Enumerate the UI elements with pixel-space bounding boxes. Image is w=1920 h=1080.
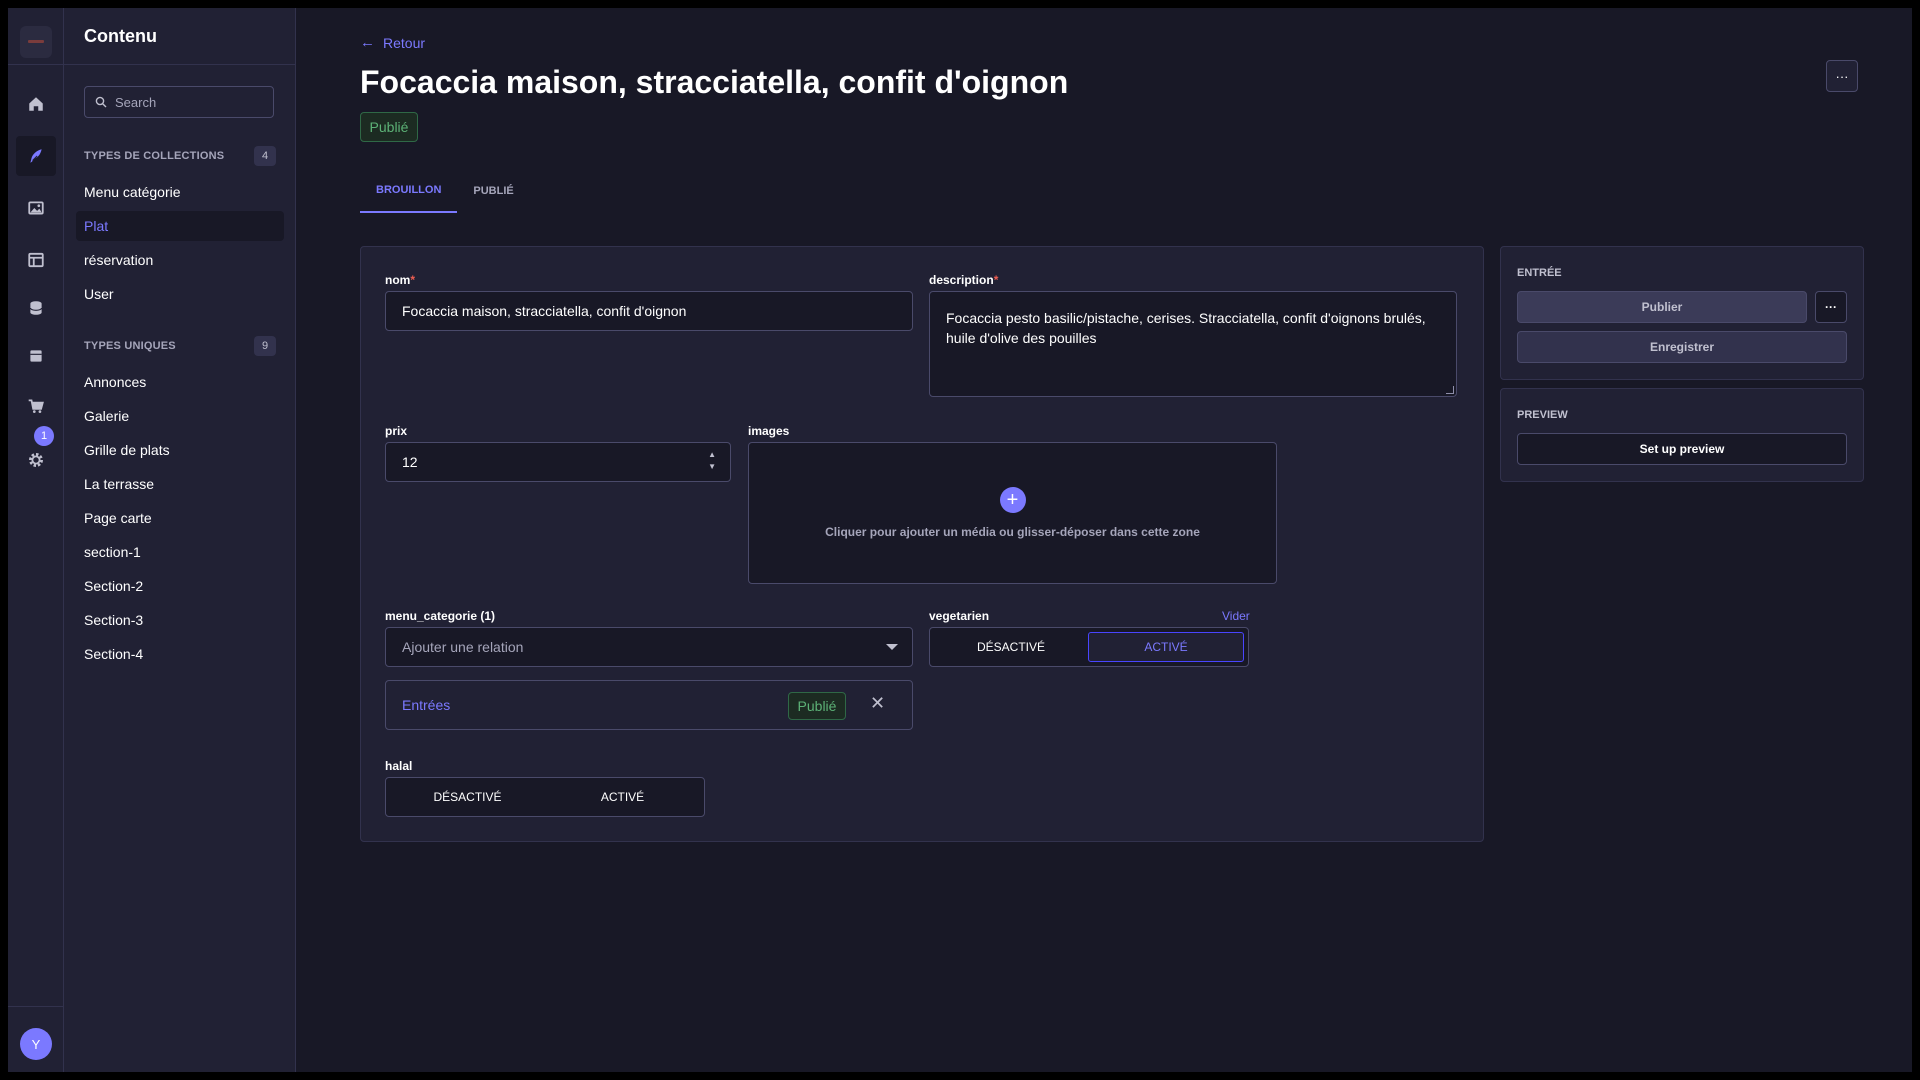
prix-value: 12: [402, 454, 418, 470]
sidebar-item-section-4[interactable]: Section-4: [76, 639, 284, 669]
singles-header[interactable]: TYPES UNIQUES 9: [84, 336, 276, 356]
app-window: 1 Y Contenu Search TYPES DE COLLECTIONS …: [8, 8, 1912, 1072]
sidebar-item-section-3[interactable]: Section-3: [76, 605, 284, 635]
settings-icon[interactable]: [16, 440, 56, 480]
search-input[interactable]: Search: [84, 86, 274, 118]
preview-panel: PREVIEW Set up preview: [1500, 388, 1864, 482]
home-icon[interactable]: [16, 84, 56, 124]
singles-label: TYPES UNIQUES: [84, 340, 176, 352]
entry-more-button[interactable]: ···: [1815, 291, 1847, 323]
layout-icon[interactable]: [16, 240, 56, 280]
sidebar-title: Contenu: [84, 26, 157, 46]
images-label: images: [748, 424, 790, 438]
caret-down-icon: [886, 644, 898, 650]
version-tabs: BROUILLON PUBLIÉ: [360, 168, 530, 213]
halal-label: halal: [385, 759, 413, 773]
sidebar-item-grille-de-plats[interactable]: Grille de plats: [76, 435, 284, 465]
media-dropzone[interactable]: + Cliquer pour ajouter un média ou gliss…: [748, 442, 1277, 584]
number-stepper[interactable]: ▲ ▼: [708, 451, 716, 471]
nom-field[interactable]: Focaccia maison, stracciatella, confit d…: [385, 291, 913, 331]
relation-status-badge: Publié: [788, 692, 846, 720]
description-text: Focaccia pesto basilic/pistache, cerises…: [946, 310, 1426, 346]
vegetarien-on-option[interactable]: ACTIVÉ: [1088, 632, 1244, 662]
sidebar-item-section-2[interactable]: Section-2: [76, 571, 284, 601]
main-content: ← Retour Focaccia maison, stracciatella,…: [296, 8, 1912, 1072]
content-manager-icon[interactable]: [16, 136, 56, 176]
chevron-up-icon[interactable]: ▲: [708, 451, 716, 459]
resize-handle-icon[interactable]: [1446, 386, 1454, 394]
database-icon[interactable]: [16, 288, 56, 328]
collections-header[interactable]: TYPES DE COLLECTIONS 4: [84, 146, 276, 166]
vegetarien-toggle[interactable]: DÉSACTIVÉ ACTIVÉ: [929, 627, 1249, 667]
singles-count: 9: [254, 336, 276, 356]
sidebar-item-annonces[interactable]: Annonces: [76, 367, 284, 397]
sidebar-item-user[interactable]: User: [76, 279, 284, 309]
back-label: Retour: [383, 34, 426, 51]
sidebar-item-section-1[interactable]: section-1: [76, 537, 284, 567]
page-title: Focaccia maison, stracciatella, confit d…: [360, 64, 1069, 100]
vegetarien-off-option[interactable]: DÉSACTIVÉ: [934, 632, 1088, 662]
prix-field[interactable]: 12 ▲ ▼: [385, 442, 731, 482]
sidebar-item-reservation[interactable]: réservation: [76, 245, 284, 275]
shopping-cart-icon[interactable]: [16, 386, 56, 426]
user-avatar[interactable]: Y: [20, 1028, 52, 1060]
sidebar-divider: [64, 64, 296, 65]
vegetarien-label: vegetarien: [929, 609, 990, 623]
sidebar-item-galerie[interactable]: Galerie: [76, 401, 284, 431]
halal-toggle[interactable]: DÉSACTIVÉ ACTIVÉ: [385, 777, 705, 817]
save-button[interactable]: Enregistrer: [1517, 331, 1847, 363]
add-media-icon[interactable]: +: [999, 487, 1026, 513]
collections-count: 4: [254, 146, 276, 166]
search-placeholder: Search: [115, 94, 157, 110]
entry-panel-heading: ENTRÉE: [1517, 267, 1562, 279]
clear-vegetarien-link[interactable]: Vider: [1222, 609, 1250, 623]
prix-label: prix: [385, 424, 408, 438]
brand-logo[interactable]: [20, 26, 52, 58]
notification-badge: 1: [34, 426, 54, 446]
relation-link[interactable]: Entrées: [402, 697, 450, 713]
sidebar-item-la-terrasse[interactable]: La terrasse: [76, 469, 284, 499]
sidebar-item-page-carte[interactable]: Page carte: [76, 503, 284, 533]
remove-relation-icon[interactable]: ✕: [870, 693, 885, 714]
halal-on-option[interactable]: ACTIVÉ: [545, 782, 700, 812]
halal-off-option[interactable]: DÉSACTIVÉ: [390, 782, 545, 812]
dropzone-hint: Cliquer pour ajouter un média ou glisser…: [825, 525, 1200, 539]
arrow-left-icon: ←: [360, 34, 375, 51]
media-library-icon[interactable]: [16, 188, 56, 228]
tab-brouillon[interactable]: BROUILLON: [360, 168, 458, 213]
main-nav-rail: 1 Y: [8, 8, 64, 1072]
sidebar-item-menu-categorie[interactable]: Menu catégorie: [76, 177, 284, 207]
rail-divider-bottom: [8, 1006, 64, 1007]
relation-select[interactable]: Ajouter une relation: [385, 627, 913, 667]
archive-icon[interactable]: [16, 336, 56, 376]
chevron-down-icon[interactable]: ▼: [708, 463, 716, 471]
description-label: description*: [929, 273, 999, 287]
setup-preview-button[interactable]: Set up preview: [1517, 433, 1847, 465]
description-field[interactable]: Focaccia pesto basilic/pistache, cerises…: [929, 291, 1457, 397]
tab-publie[interactable]: PUBLIÉ: [457, 168, 529, 213]
entry-panel: ENTRÉE Publier ··· Enregistrer: [1500, 246, 1864, 380]
back-link[interactable]: ← Retour: [360, 34, 425, 51]
preview-panel-heading: PREVIEW: [1517, 409, 1568, 421]
rail-divider: [8, 64, 64, 65]
menu-categorie-label: menu_categorie (1): [385, 609, 496, 623]
more-actions-button[interactable]: ···: [1826, 60, 1858, 92]
relation-item: Entrées Publié ✕: [385, 680, 913, 730]
sidebar-item-plat[interactable]: Plat: [76, 211, 284, 241]
search-icon: [95, 96, 107, 108]
relation-placeholder: Ajouter une relation: [402, 639, 524, 655]
publish-button[interactable]: Publier: [1517, 291, 1807, 323]
edit-form: nom* Focaccia maison, stracciatella, con…: [360, 246, 1484, 842]
nom-label: nom*: [385, 273, 416, 287]
content-sidebar: Contenu Search TYPES DE COLLECTIONS 4 Me…: [64, 8, 296, 1072]
collections-label: TYPES DE COLLECTIONS: [84, 150, 225, 162]
status-badge: Publié: [360, 112, 418, 142]
